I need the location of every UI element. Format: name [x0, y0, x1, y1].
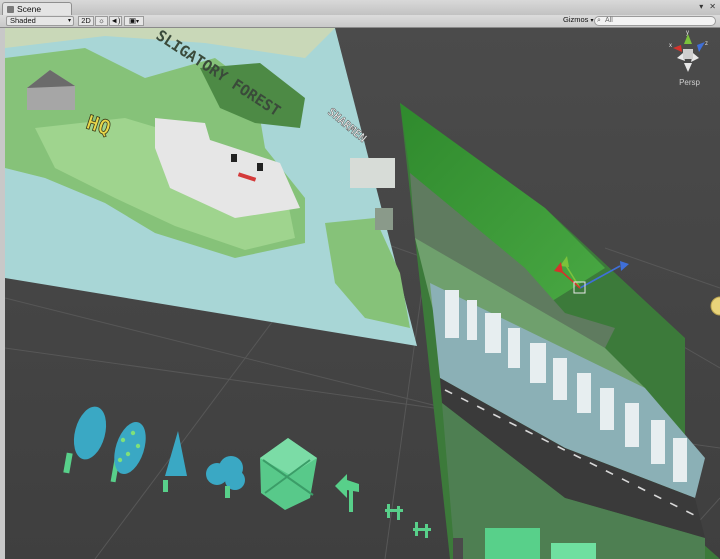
lighting-toggle-button[interactable]: ☼ [95, 16, 108, 26]
shading-mode-dropdown[interactable]: Shaded ▾ [6, 16, 74, 26]
sun-icon: ☼ [98, 16, 105, 25]
axis-y-label: y [686, 30, 689, 36]
scene-canvas[interactable]: HQ SLIGATORY FOREST SHARMEN x y z [5, 28, 720, 559]
shading-mode-value: Shaded [10, 16, 36, 25]
effects-dropdown[interactable]: ▣▾ [124, 16, 144, 26]
audio-toggle-button[interactable]: ◄) [109, 16, 122, 26]
panel-menu-button[interactable]: ▾ [699, 2, 703, 11]
scene-toolbar: Shaded ▾ 2D ☼ ◄) ▣▾ Gizmos ▾ ⌕ All [0, 15, 720, 28]
close-icon[interactable]: ✕ [709, 2, 716, 11]
scene-icon [7, 5, 14, 13]
projection-label-text: Persp [679, 78, 700, 87]
hierarchy-search-input[interactable]: ⌕ All [594, 16, 716, 26]
image-icon: ▣ [128, 16, 137, 25]
speaker-icon: ◄) [110, 16, 121, 25]
gizmos-dropdown[interactable]: Gizmos ▾ [563, 16, 594, 26]
tab-bar: Scene ▾ ✕ [0, 0, 720, 16]
axis-z-label: z [705, 41, 708, 47]
toggle-2d-label: 2D [81, 16, 91, 25]
toggle-2d-button[interactable]: 2D [78, 16, 94, 26]
chevron-down-icon: ▾ [67, 18, 71, 24]
search-icon: ⌕ [597, 17, 601, 24]
axis-x-label: x [669, 43, 672, 49]
tab-scene-label: Scene [17, 4, 42, 14]
gizmos-label: Gizmos [563, 15, 589, 24]
search-placeholder: All [605, 17, 613, 24]
scene-viewport[interactable]: HQ SLIGATORY FOREST SHARMEN x y z Persp [5, 28, 720, 559]
tab-scene[interactable]: Scene [2, 2, 72, 15]
projection-label[interactable]: Persp [679, 78, 700, 87]
